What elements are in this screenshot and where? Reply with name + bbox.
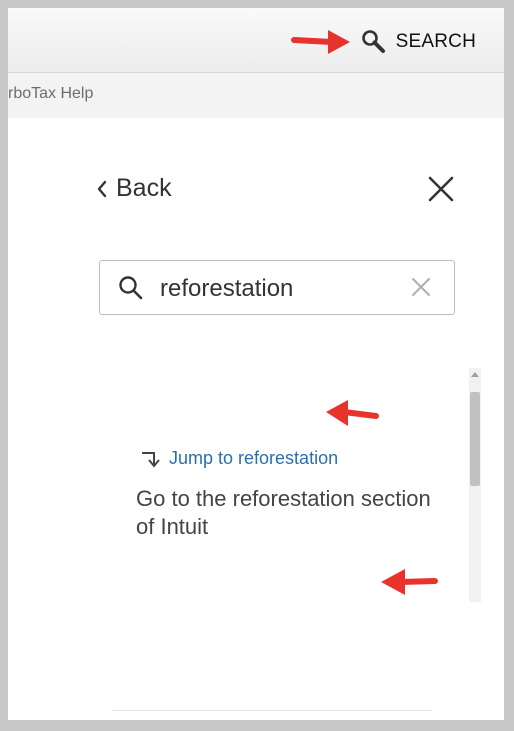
red-arrow-icon <box>326 400 379 426</box>
window-edge <box>0 0 514 8</box>
scroll-up-arrow[interactable] <box>471 372 479 377</box>
search-icon <box>119 276 143 300</box>
scrollbar-thumb[interactable] <box>470 392 480 486</box>
search-input-value: reforestation <box>160 275 294 302</box>
window-edge <box>504 0 514 731</box>
help-title: rboTax Help <box>8 85 94 102</box>
clear-icon[interactable] <box>410 276 432 298</box>
result-description: Go to the reforestation section of Intui… <box>136 486 431 539</box>
red-arrow-icon <box>381 569 438 595</box>
search-input[interactable]: reforestation <box>99 260 455 315</box>
search-button[interactable]: SEARCH <box>360 28 476 56</box>
top-bar: SEARCH <box>8 8 504 73</box>
search-button-label: SEARCH <box>395 31 476 52</box>
search-panel: Back reforestation Jump to reforestation… <box>8 118 504 720</box>
window-edge <box>0 720 514 731</box>
magnifier-icon <box>361 30 385 53</box>
help-title-bar: rboTax Help <box>8 72 504 120</box>
jump-link[interactable]: Jump to reforestation <box>139 448 338 469</box>
chevron-left-icon <box>97 180 107 197</box>
jump-arrow-icon <box>142 451 160 468</box>
divider <box>112 710 432 711</box>
window-edge <box>0 0 8 731</box>
back-label: Back <box>116 174 172 202</box>
close-icon[interactable] <box>424 172 458 206</box>
red-arrow-icon <box>291 30 350 54</box>
back-button[interactable]: Back <box>96 174 172 203</box>
jump-link-label: Jump to reforestation <box>169 448 339 468</box>
